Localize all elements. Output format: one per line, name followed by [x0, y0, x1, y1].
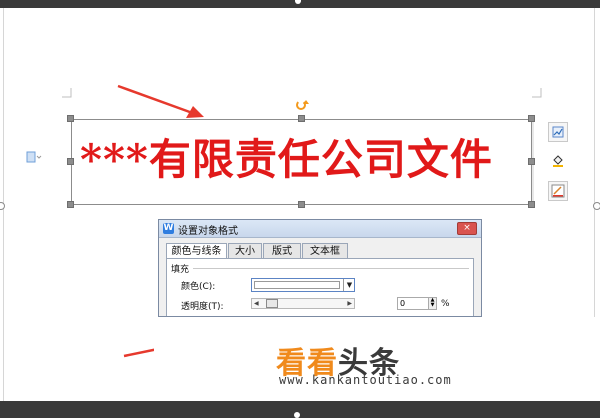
fill-bucket-icon[interactable] — [548, 151, 568, 171]
slider-left-arrow-icon[interactable]: ◀ — [254, 300, 259, 307]
tab-size[interactable]: 大小 — [228, 243, 262, 258]
dialog-titlebar[interactable]: W 设置对象格式 × — [159, 220, 481, 238]
resize-handle-left[interactable] — [67, 158, 74, 165]
slider-right-arrow-icon[interactable]: ▶ — [347, 300, 352, 307]
resize-handle-top-left[interactable] — [67, 115, 74, 122]
annotation-arrow-bottom — [123, 347, 159, 358]
format-object-dialog: W 设置对象格式 × 颜色与线条 大小 版式 文本框 填充 颜色(C): ▼ 透… — [158, 219, 482, 317]
tab-colors-lines[interactable]: 颜色与线条 — [166, 243, 227, 259]
fill-color-swatch — [254, 281, 340, 289]
transparency-slider[interactable]: ◀ ▶ — [251, 298, 355, 309]
transparency-label: 透明度(T): — [181, 302, 224, 312]
resize-handle-bottom[interactable] — [298, 201, 305, 208]
app-logo-icon: W — [163, 223, 174, 234]
fill-color-dropdown[interactable]: ▼ — [251, 278, 355, 292]
tab-textbox[interactable]: 文本框 — [302, 243, 348, 258]
transparency-spinbox[interactable]: 0 ▲ ▼ — [397, 297, 437, 310]
outline-pen-icon[interactable] — [548, 181, 568, 201]
rotate-arrow-tip — [303, 100, 309, 104]
annotation-arrow — [117, 84, 199, 117]
chevron-down-icon[interactable]: ▼ — [343, 279, 355, 291]
document-icon[interactable] — [26, 151, 42, 166]
resize-handle-top[interactable] — [298, 115, 305, 122]
resize-handle-bottom-left[interactable] — [67, 201, 74, 208]
fill-section-heading: 填充 — [171, 265, 190, 275]
dialog-title: 设置对象格式 — [178, 226, 238, 237]
text-box-content[interactable]: ***有限责任公司文件 — [80, 127, 530, 197]
resize-handle-top-right[interactable] — [528, 115, 535, 122]
fill-section-divider — [193, 268, 469, 269]
tab-layout[interactable]: 版式 — [263, 243, 301, 258]
resize-handle-bottom-right[interactable] — [528, 201, 535, 208]
spin-updown-icon[interactable]: ▲ ▼ — [428, 298, 436, 309]
close-button[interactable]: × — [457, 222, 477, 235]
transparency-slider-thumb[interactable] — [266, 299, 278, 308]
layout-options-icon[interactable] — [548, 122, 568, 142]
tab-panel-colors-lines: 填充 颜色(C): ▼ 透明度(T): ◀ ▶ 0 ▲ ▼ % — [166, 258, 474, 316]
color-label: 颜色(C): — [181, 282, 216, 292]
percent-sign: % — [441, 299, 450, 309]
watermark-url: www.kankantoutiao.com — [279, 373, 452, 387]
transparency-value: 0 — [400, 299, 406, 308]
resize-handle-right[interactable] — [528, 158, 535, 165]
